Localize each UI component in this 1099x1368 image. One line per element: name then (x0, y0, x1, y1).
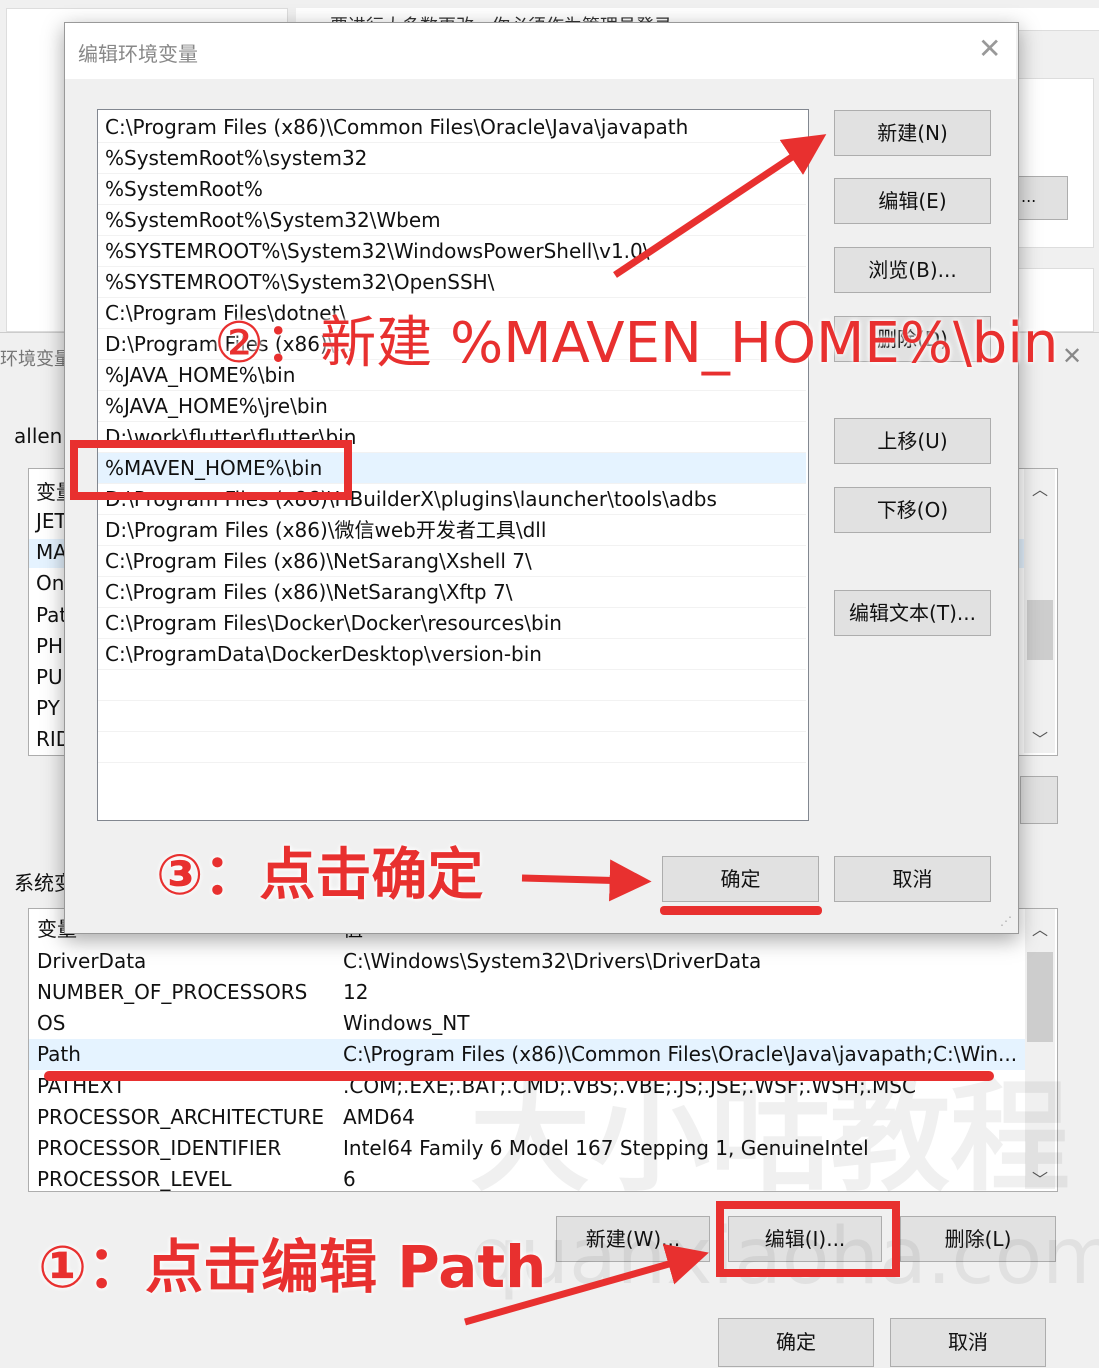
annotation-step3: ③：点击确定 (156, 843, 484, 908)
arrow-to-ok-button (521, 859, 652, 902)
arrow-to-new-button (613, 134, 827, 278)
annotation-arrows (464, 134, 827, 1326)
annotation-step2: ②：新建 %MAVEN_HOME%\bin (214, 311, 1059, 376)
annotation-step1: ①：点击编辑 Path (38, 1233, 547, 1301)
